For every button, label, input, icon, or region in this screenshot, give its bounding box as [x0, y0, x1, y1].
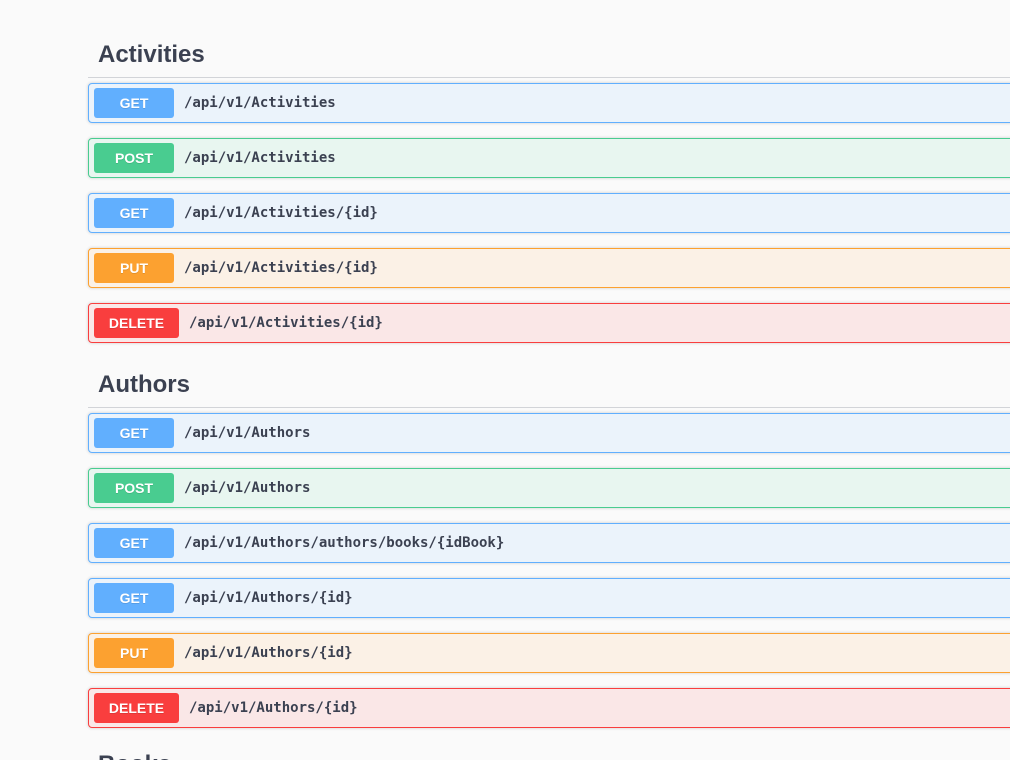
- operation-path: /api/v1/Authors/{id}: [184, 590, 353, 606]
- method-badge: GET: [94, 88, 174, 118]
- operation-get-activity-by-id[interactable]: GET /api/v1/Activities/{id}: [88, 193, 1010, 233]
- method-badge: PUT: [94, 638, 174, 668]
- method-badge: GET: [94, 528, 174, 558]
- method-badge: DELETE: [94, 693, 179, 723]
- operation-get-authors[interactable]: GET /api/v1/Authors: [88, 413, 1010, 453]
- method-badge: POST: [94, 143, 174, 173]
- operation-post-authors[interactable]: POST /api/v1/Authors: [88, 468, 1010, 508]
- operation-get-activities[interactable]: GET /api/v1/Activities: [88, 83, 1010, 123]
- operation-path: /api/v1/Authors: [184, 480, 311, 496]
- section-header-authors[interactable]: Authors: [88, 358, 1010, 408]
- section-header-books[interactable]: Books: [88, 738, 1010, 760]
- operation-get-authors-by-book[interactable]: GET /api/v1/Authors/authors/books/{idBoo…: [88, 523, 1010, 563]
- operation-path: /api/v1/Activities/{id}: [184, 205, 378, 221]
- operation-path: /api/v1/Authors/{id}: [184, 645, 353, 661]
- method-badge: GET: [94, 418, 174, 448]
- operation-path: /api/v1/Authors: [184, 425, 311, 441]
- operation-path: /api/v1/Authors/authors/books/{idBook}: [184, 535, 505, 551]
- section-title: Activities: [98, 41, 205, 68]
- operation-delete-author[interactable]: DELETE /api/v1/Authors/{id}: [88, 688, 1010, 728]
- operation-path: /api/v1/Activities/{id}: [184, 260, 378, 276]
- method-badge: PUT: [94, 253, 174, 283]
- operation-path: /api/v1/Authors/{id}: [189, 700, 358, 716]
- section-header-activities[interactable]: Activities: [88, 28, 1010, 78]
- operation-put-author[interactable]: PUT /api/v1/Authors/{id}: [88, 633, 1010, 673]
- section-title: Books: [98, 751, 171, 760]
- operation-post-activities[interactable]: POST /api/v1/Activities: [88, 138, 1010, 178]
- method-badge: GET: [94, 583, 174, 613]
- operation-delete-activity[interactable]: DELETE /api/v1/Activities/{id}: [88, 303, 1010, 343]
- operation-get-author-by-id[interactable]: GET /api/v1/Authors/{id}: [88, 578, 1010, 618]
- section-title: Authors: [98, 371, 190, 398]
- operation-path: /api/v1/Activities: [184, 150, 336, 166]
- method-badge: DELETE: [94, 308, 179, 338]
- method-badge: GET: [94, 198, 174, 228]
- operation-put-activity[interactable]: PUT /api/v1/Activities/{id}: [88, 248, 1010, 288]
- method-badge: POST: [94, 473, 174, 503]
- operation-path: /api/v1/Activities: [184, 95, 336, 111]
- operation-path: /api/v1/Activities/{id}: [189, 315, 383, 331]
- api-docs-page: Activities GET /api/v1/Activities POST /…: [0, 0, 1010, 760]
